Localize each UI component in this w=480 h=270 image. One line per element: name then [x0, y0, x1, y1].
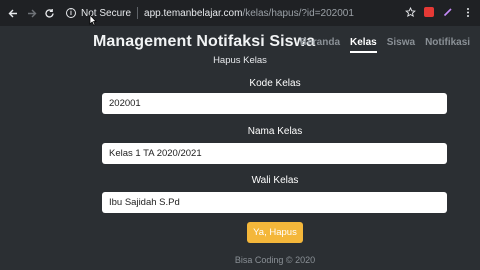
nav-item-kelas[interactable]: Kelas	[350, 37, 377, 53]
page-content: Management Notifaksi Siswa Beranda Kelas…	[0, 26, 480, 270]
forward-arrow-icon[interactable]	[24, 6, 38, 20]
mouse-cursor-icon	[89, 14, 97, 26]
kode-kelas-field[interactable]: 202001	[102, 93, 447, 114]
kode-kelas-label: Kode Kelas	[249, 78, 301, 89]
reload-icon[interactable]	[42, 6, 56, 20]
info-icon[interactable]: i	[66, 8, 76, 18]
brand-title[interactable]: Management Notifaksi Siswa	[93, 33, 315, 51]
url-path[interactable]: /kelas/hapus/?id=202001	[242, 8, 353, 19]
menu-icon[interactable]	[462, 6, 474, 18]
nama-kelas-label: Nama Kelas	[247, 126, 303, 137]
footer-text: Bisa Coding © 2020	[234, 255, 316, 265]
browser-toolbar: i Not Secure app.temanbelajar.com/kelas/…	[0, 0, 480, 26]
wali-kelas-field[interactable]: Ibu Sajidah S.Pd	[102, 192, 447, 213]
address-divider	[137, 7, 139, 19]
nama-kelas-field[interactable]: Kelas 1 TA 2020/2021	[102, 143, 447, 164]
nav-item-siswa[interactable]: Siswa	[387, 37, 415, 53]
extension-icon[interactable]	[424, 7, 434, 17]
back-arrow-icon[interactable]	[6, 6, 20, 20]
form-title: Hapus Kelas	[213, 55, 267, 66]
url-host[interactable]: app.temanbelajar.com	[144, 8, 242, 19]
confirm-delete-button[interactable]: Ya, Hapus	[247, 222, 303, 243]
nav-item-notifikasi[interactable]: Notifikasi	[425, 37, 470, 53]
star-icon[interactable]	[404, 6, 416, 18]
browser-actions	[404, 6, 474, 18]
wali-kelas-label: Wali Kelas	[251, 175, 299, 186]
navbar-menu: Beranda Kelas Siswa Notifikasi	[300, 37, 470, 53]
nav-item-beranda[interactable]: Beranda	[300, 37, 340, 53]
pen-icon[interactable]	[442, 6, 454, 18]
